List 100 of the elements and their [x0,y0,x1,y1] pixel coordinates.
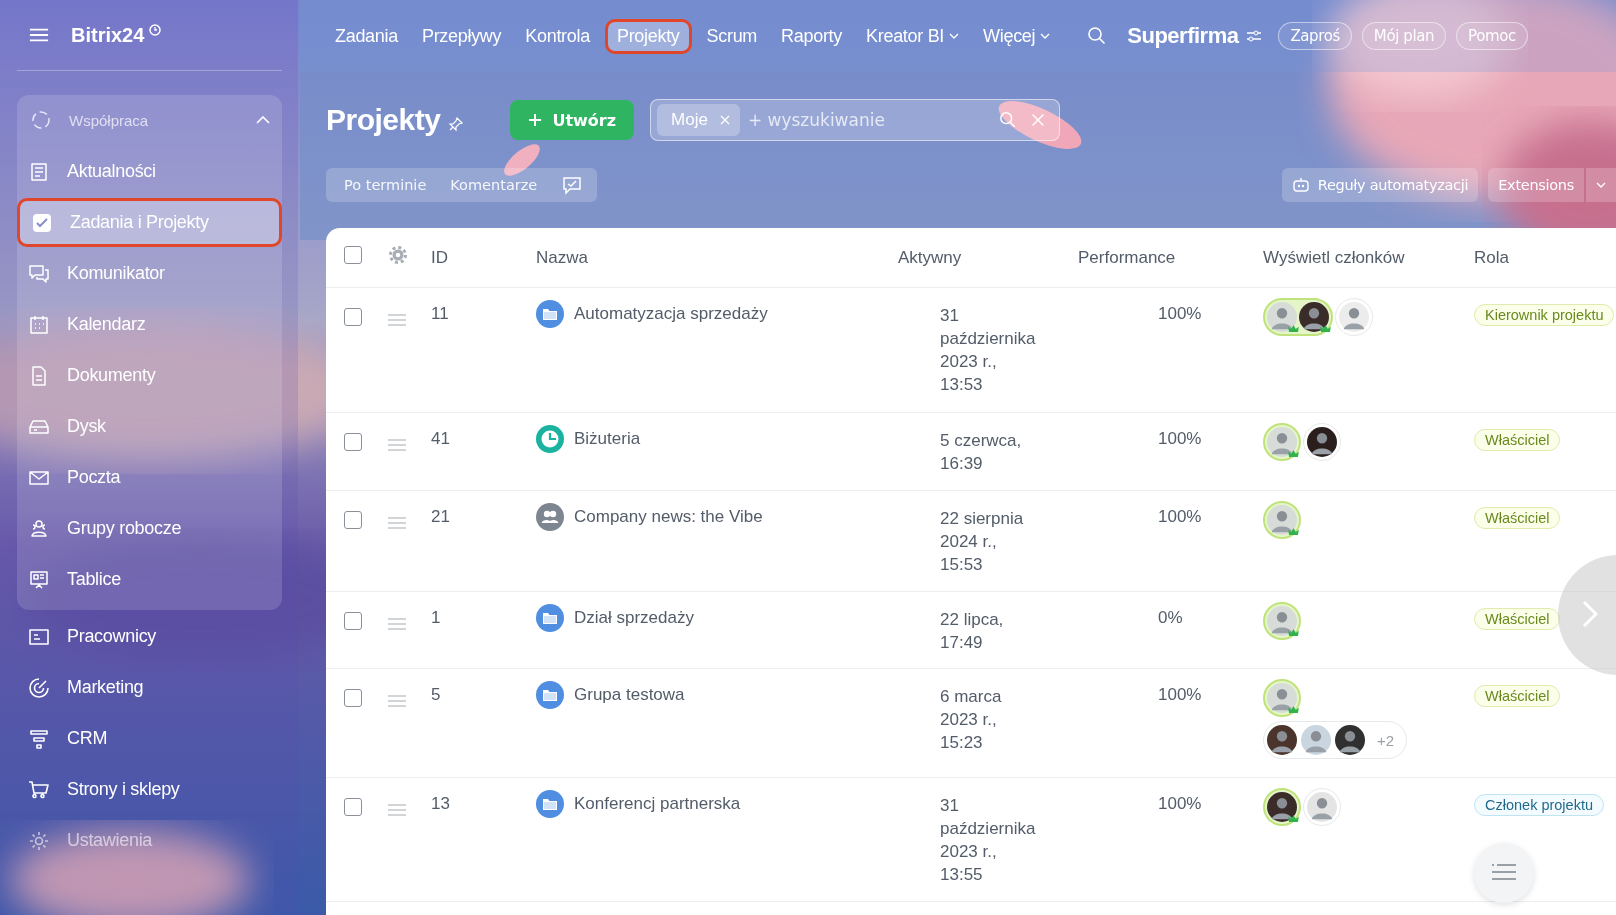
crown-icon [1320,325,1331,333]
role-badge: Właściciel [1474,608,1561,630]
nav-tab[interactable]: Scrum [697,18,767,54]
drag-handle-icon[interactable] [388,439,406,451]
clock-icon [149,24,162,36]
close-icon[interactable] [719,115,730,125]
nav-tab[interactable]: Więcej [974,18,1060,54]
column-header[interactable]: Rola [1474,247,1616,268]
sidebar-item[interactable]: Kalendarz [17,300,282,349]
checkbox[interactable] [344,689,362,707]
sidebar-item[interactable]: Dysk [17,402,282,451]
performance-cell: 0% [1158,608,1183,628]
column-header[interactable]: Nazwa [536,247,898,268]
nav-tab[interactable]: Kreator BI [857,18,969,54]
sidebar-item[interactable]: Grupy robocze [17,504,282,553]
filter-chip[interactable]: Moje [657,104,740,136]
crown-icon [1288,325,1299,333]
close-icon[interactable] [1029,111,1047,129]
people-icon [536,503,564,531]
drag-handle-icon[interactable] [388,804,406,816]
crown-icon [1288,450,1299,458]
chat-icon[interactable] [561,175,584,195]
sidebar-item[interactable]: Dokumenty [17,351,282,400]
nav-tab[interactable]: Raporty [772,18,851,54]
logo-text[interactable]: Bitrix24 [71,23,145,47]
id-cell: 1 [431,608,441,628]
drag-handle-icon[interactable] [388,314,406,326]
sidebar-item[interactable]: Aktualności [17,147,282,196]
crown-icon [1288,528,1299,536]
plus-icon [528,113,543,127]
sidebar-item[interactable]: Komunikator [17,249,282,298]
role-badge: Kierownik projektu [1474,304,1615,326]
more-count: +2 [1377,731,1395,749]
crown-icon [1288,815,1299,823]
search-field[interactable]: Moje + wyszukiwanie [650,99,1060,141]
date-cell-text: 31 października 2023 r., 13:55 [940,795,1036,886]
date-cell-text: 5 czerwca, 16:39 [940,430,1022,475]
project-link[interactable]: Company news: the Vibe [574,507,763,527]
create-button[interactable]: Utwórz [510,100,634,140]
sidebar-item[interactable]: Tablice [17,555,282,604]
column-header[interactable]: ID [431,247,536,268]
header-button[interactable]: Mój plan [1361,22,1447,50]
pin-icon[interactable] [448,116,465,132]
id-cell: 5 [431,685,441,705]
chevron-up-icon[interactable] [256,116,270,124]
extensions-button[interactable]: Extensions [1488,168,1584,202]
sidebar-item[interactable]: Zadania i Projekty [17,198,282,247]
performance-cell: 100% [1158,685,1202,705]
performance-cell: 100% [1158,429,1202,449]
column-header[interactable]: Wyświetl członków [1263,247,1474,268]
checkbox[interactable] [344,612,362,630]
id-cell: 21 [431,507,450,527]
sidebar-item[interactable]: Poczta [17,453,282,502]
checkbox[interactable] [344,511,362,529]
nav-tab[interactable]: Zadania [326,18,407,54]
date-cell-text: 31 października 2023 r., 13:53 [940,305,1036,396]
project-link[interactable]: Dział sprzedaży [574,608,694,628]
folder-icon [536,300,564,328]
id-cell: 11 [431,304,449,324]
drag-handle-icon[interactable] [388,517,406,529]
nav-tab[interactable]: Kontrola [516,18,599,54]
checkbox[interactable] [344,798,362,816]
menu-icon[interactable] [29,27,49,43]
checkbox[interactable] [344,308,362,326]
date-cell-text: 22 lipca, 17:49 [940,609,1004,654]
automation-button[interactable]: Reguły automatyzacji [1281,168,1479,202]
sidebar-item[interactable]: Pracownicy [17,612,282,661]
sliders-icon[interactable] [1246,30,1263,42]
project-link[interactable]: Konferencj partnerska [574,794,741,814]
search-icon[interactable] [999,111,1017,129]
folder-icon [536,681,564,709]
drag-handle-icon[interactable] [388,695,406,707]
drag-handle-icon[interactable] [388,618,406,630]
search-icon[interactable] [1087,26,1108,46]
sidebar-item[interactable]: CRM [17,714,282,763]
header-button[interactable]: Pomoc [1456,22,1528,50]
project-link[interactable]: Biżuteria [574,429,641,449]
crown-icon [1288,629,1299,637]
nav-tab[interactable]: Projekty [604,18,692,54]
performance-cell: 100% [1158,304,1202,324]
checkbox[interactable] [344,433,362,451]
sidebar-item[interactable]: Strony i sklepy [17,765,282,814]
caret-icon [1596,182,1606,188]
settings-icon[interactable] [388,245,408,265]
company-name[interactable]: Superfirma [1127,23,1239,49]
circle-nodes-icon [29,108,53,132]
sidebar-item[interactable]: Marketing [17,663,282,712]
project-link[interactable]: Automatyzacja sprzedaży [574,304,768,324]
column-header[interactable]: Performance [1078,247,1263,268]
filter-button[interactable]: Komentarze [438,177,550,193]
group-header[interactable]: Współpraca [17,95,282,145]
header-button[interactable]: Zaproś [1278,22,1352,50]
filter-button[interactable]: Po terminie [332,177,439,193]
date-cell-text: 22 sierpnia 2024 r., 15:53 [940,508,1024,576]
crown-icon [1288,706,1299,714]
checkbox[interactable] [344,246,362,264]
column-header[interactable]: Aktywny [898,247,1078,268]
nav-tab[interactable]: Przepływy [412,18,511,54]
owner-group[interactable] [1263,298,1333,336]
project-link[interactable]: Grupa testowa [574,685,685,705]
